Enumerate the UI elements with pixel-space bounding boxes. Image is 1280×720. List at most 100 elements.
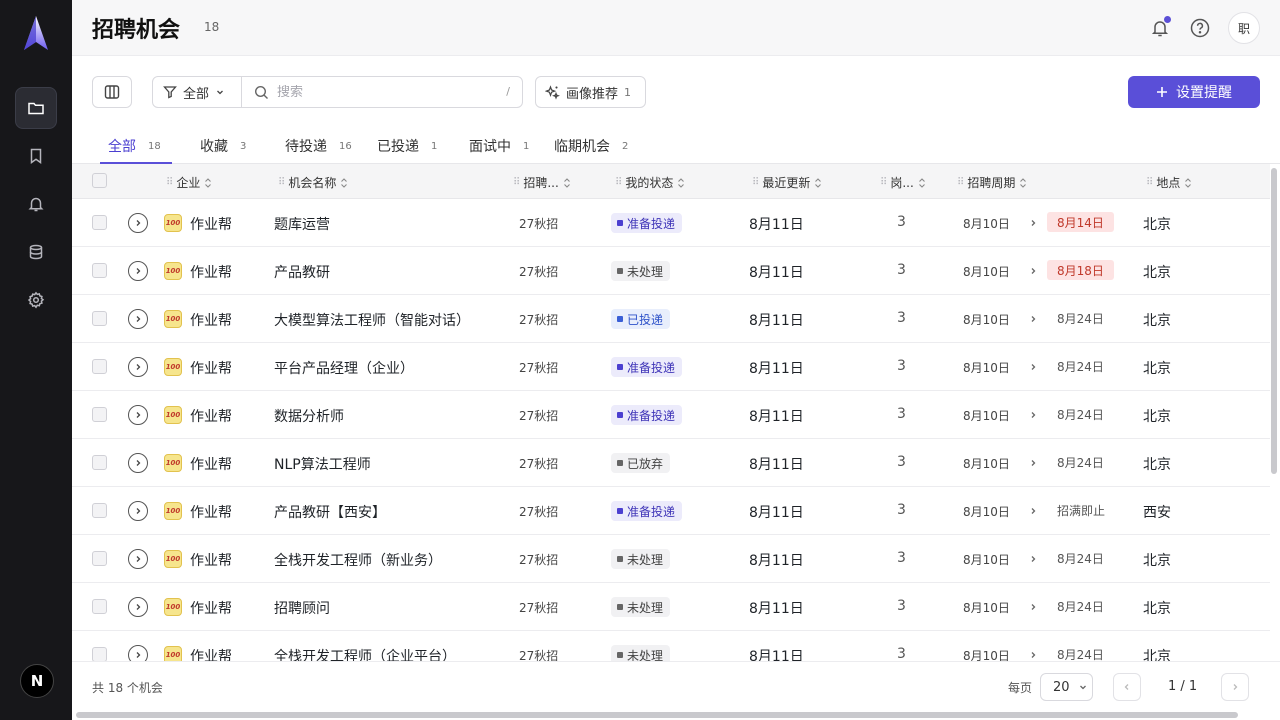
tab-all[interactable]: 全部 18 (108, 136, 161, 164)
table-row[interactable]: 100 作业帮 数据分析师 27秋招 准备投递 8月11日 3 8月10日 8月… (72, 391, 1270, 439)
row-checkbox[interactable] (92, 647, 107, 661)
sidebar-item-reminders[interactable] (15, 183, 57, 225)
sort-icon[interactable] (563, 177, 571, 189)
status-badge[interactable]: 未处理 (611, 597, 671, 617)
select-all-checkbox[interactable] (92, 173, 107, 188)
sort-icon[interactable] (677, 177, 685, 189)
status-badge[interactable]: 准备投递 (611, 357, 683, 377)
sort-icon[interactable] (340, 177, 348, 189)
filter-dropdown[interactable]: 全部 (152, 76, 242, 108)
company-name[interactable]: 作业帮 (190, 358, 232, 378)
opportunity-title[interactable]: 平台产品经理（企业） (274, 358, 414, 378)
opportunity-title[interactable]: 大模型算法工程师（智能对话） (274, 310, 470, 330)
status-badge[interactable]: 准备投递 (611, 501, 683, 521)
expand-row-button[interactable] (128, 501, 148, 521)
column-header-positions[interactable]: ⠿ 岗... (880, 174, 926, 191)
horizontal-scrollbar[interactable] (76, 712, 1238, 718)
opportunity-title[interactable]: 招聘顾问 (274, 598, 330, 618)
company-name[interactable]: 作业帮 (190, 406, 232, 426)
drag-handle-icon[interactable]: ⠿ (615, 177, 622, 188)
column-header-location[interactable]: ⠿ 地点 (1146, 174, 1192, 191)
row-checkbox[interactable] (92, 215, 107, 230)
expand-row-button[interactable] (128, 597, 148, 617)
table-row[interactable]: 100 作业帮 题库运营 27秋招 准备投递 8月11日 3 8月10日 8月1… (72, 199, 1270, 247)
company-name[interactable]: 作业帮 (190, 598, 232, 618)
column-header-status[interactable]: ⠿ 我的状态 (615, 174, 685, 191)
row-checkbox[interactable] (92, 263, 107, 278)
column-settings-button[interactable] (92, 76, 132, 108)
company-name[interactable]: 作业帮 (190, 502, 232, 522)
user-avatar[interactable]: 职 (1228, 12, 1260, 44)
company-name[interactable]: 作业帮 (190, 646, 232, 661)
drag-handle-icon[interactable]: ⠿ (278, 177, 285, 188)
row-checkbox[interactable] (92, 503, 107, 518)
column-header-updated[interactable]: ⠿ 最近更新 (752, 174, 822, 191)
tab-favorites[interactable]: 收藏 3 (200, 136, 246, 164)
column-header-batch[interactable]: ⠿ 招聘... (513, 174, 571, 191)
drag-handle-icon[interactable]: ⠿ (957, 177, 964, 188)
column-header-title[interactable]: ⠿ 机会名称 (278, 174, 348, 191)
status-badge[interactable]: 已放弃 (611, 453, 671, 473)
table-row[interactable]: 100 作业帮 产品教研 27秋招 未处理 8月11日 3 8月10日 8月18… (72, 247, 1270, 295)
table-row[interactable]: 100 作业帮 全栈开发工程师（企业平台） 27秋招 未处理 8月11日 3 8… (72, 631, 1270, 661)
per-page-select[interactable]: 20 (1040, 673, 1093, 701)
help-button[interactable] (1188, 16, 1212, 40)
drag-handle-icon[interactable]: ⠿ (880, 177, 887, 188)
vertical-scrollbar[interactable] (1271, 168, 1277, 474)
prev-page-button[interactable] (1113, 673, 1141, 701)
workspace-avatar[interactable]: N (20, 664, 54, 698)
sort-icon[interactable] (204, 177, 212, 189)
company-name[interactable]: 作业帮 (190, 550, 232, 570)
sort-icon[interactable] (814, 177, 822, 189)
opportunity-title[interactable]: 题库运营 (274, 214, 330, 234)
expand-row-button[interactable] (128, 213, 148, 233)
status-badge[interactable]: 未处理 (611, 645, 671, 661)
status-badge[interactable]: 未处理 (611, 261, 671, 281)
company-name[interactable]: 作业帮 (190, 262, 232, 282)
company-name[interactable]: 作业帮 (190, 310, 232, 330)
search-input[interactable] (277, 84, 487, 100)
notifications-button[interactable] (1148, 16, 1172, 40)
row-checkbox[interactable] (92, 359, 107, 374)
row-checkbox[interactable] (92, 407, 107, 422)
sort-icon[interactable] (918, 177, 926, 189)
drag-handle-icon[interactable]: ⠿ (752, 177, 759, 188)
expand-row-button[interactable] (128, 453, 148, 473)
row-checkbox[interactable] (92, 311, 107, 326)
opportunity-title[interactable]: NLP算法工程师 (274, 454, 371, 474)
row-checkbox[interactable] (92, 455, 107, 470)
set-reminder-button[interactable]: 设置提醒 (1128, 76, 1260, 108)
opportunity-title[interactable]: 全栈开发工程师（企业平台） (274, 646, 456, 661)
table-row[interactable]: 100 作业帮 全栈开发工程师（新业务） 27秋招 未处理 8月11日 3 8月… (72, 535, 1270, 583)
column-header-company[interactable]: ⠿ 企业 (166, 174, 212, 191)
sort-icon[interactable] (1184, 177, 1192, 189)
next-page-button[interactable] (1221, 673, 1249, 701)
expand-row-button[interactable] (128, 549, 148, 569)
persona-recommend-button[interactable]: 画像推荐 1 (535, 76, 646, 108)
tab-interviewing[interactable]: 面试中 1 (469, 136, 529, 164)
column-header-period[interactable]: ⠿ 招聘周期 (957, 174, 1027, 191)
expand-row-button[interactable] (128, 645, 148, 661)
tab-to-apply[interactable]: 待投递 16 (285, 136, 352, 164)
company-name[interactable]: 作业帮 (190, 454, 232, 474)
expand-row-button[interactable] (128, 405, 148, 425)
expand-row-button[interactable] (128, 261, 148, 281)
opportunity-title[interactable]: 数据分析师 (274, 406, 344, 426)
sort-icon[interactable] (1019, 177, 1027, 189)
sidebar-item-bookmarks[interactable] (15, 135, 57, 177)
sidebar-item-database[interactable] (15, 231, 57, 273)
sidebar-item-settings[interactable] (15, 279, 57, 321)
table-row[interactable]: 100 作业帮 招聘顾问 27秋招 未处理 8月11日 3 8月10日 8月24… (72, 583, 1270, 631)
table-row[interactable]: 100 作业帮 产品教研【西安】 27秋招 准备投递 8月11日 3 8月10日… (72, 487, 1270, 535)
opportunity-title[interactable]: 产品教研 (274, 262, 330, 282)
drag-handle-icon[interactable]: ⠿ (166, 177, 173, 188)
status-badge[interactable]: 已投递 (611, 309, 671, 329)
opportunity-title[interactable]: 全栈开发工程师（新业务） (274, 550, 442, 570)
status-badge[interactable]: 准备投递 (611, 213, 683, 233)
drag-handle-icon[interactable]: ⠿ (513, 177, 520, 188)
sidebar-item-opportunities[interactable] (15, 87, 57, 129)
row-checkbox[interactable] (92, 599, 107, 614)
table-row[interactable]: 100 作业帮 平台产品经理（企业） 27秋招 准备投递 8月11日 3 8月1… (72, 343, 1270, 391)
company-name[interactable]: 作业帮 (190, 214, 232, 234)
drag-handle-icon[interactable]: ⠿ (1146, 177, 1153, 188)
